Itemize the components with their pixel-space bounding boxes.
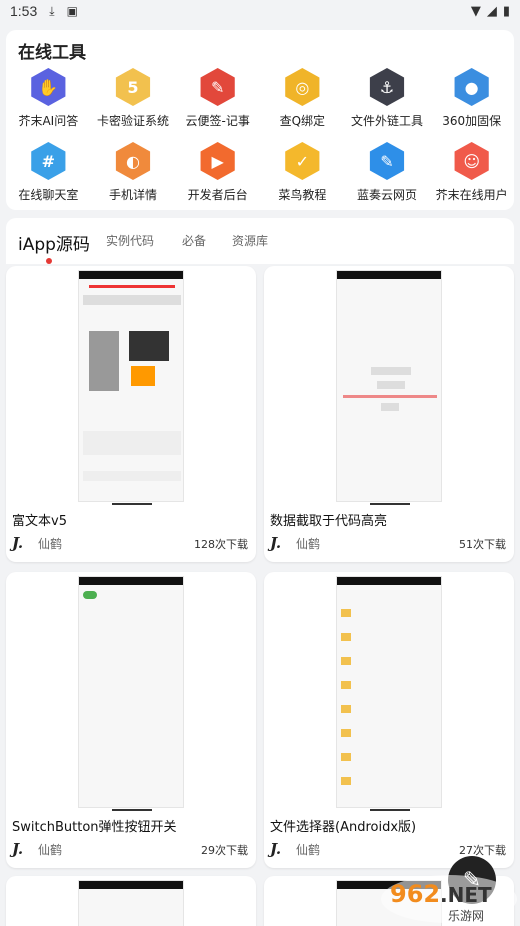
preview-handle (112, 503, 152, 505)
tab-example-code[interactable]: 实例代码 (106, 232, 154, 249)
preview-screenshot (78, 576, 184, 808)
author-avatar-icon: J. (270, 534, 282, 552)
tool-label: 菜鸟教程 (278, 188, 327, 202)
tool-label: 蓝奏云网页 (356, 188, 417, 202)
source-name: 文件选择器(Androidx版) (270, 820, 417, 835)
tool-dev-console[interactable]: ▶ 开发者后台 (175, 142, 260, 210)
source-card[interactable]: 富文本v5 J. 仙鹤 128次下载 (6, 266, 256, 562)
tab-essentials[interactable]: 必备 (182, 232, 206, 249)
source-card[interactable]: 文件选择器(Androidx版) J. 仙鹤 27次下载 (264, 572, 514, 868)
source-name: 数据截取于代码高亮 (270, 514, 388, 529)
author-name: 仙鹤 (296, 843, 321, 857)
svg-text:962: 962 (390, 880, 440, 908)
tool-label: 开发者后台 (187, 188, 248, 202)
preview-handle (370, 503, 410, 505)
tool-label: 云便签-记事 (185, 114, 250, 128)
source-name: SwitchButton弹性按钮开关 (12, 820, 177, 835)
author-avatar-icon: J. (270, 840, 282, 858)
author-avatar-icon: J. (12, 534, 24, 552)
tool-label: 手机详情 (108, 188, 157, 202)
preview-screenshot (78, 880, 184, 926)
tool-online-users[interactable]: ☺ 芥末在线用户 (429, 142, 514, 210)
lanzou-icon: ✎ (369, 142, 405, 180)
tool-ai-qa[interactable]: ✋ 芥末AI问答 (6, 68, 91, 136)
download-count: 128次下载 (194, 538, 248, 551)
tool-phone-info[interactable]: ◐ 手机详情 (91, 142, 176, 210)
author-name: 仙鹤 (296, 537, 321, 551)
card-verify-icon: 5 (115, 68, 151, 106)
tool-label: 芥末在线用户 (435, 188, 508, 202)
preview-screenshot (336, 270, 442, 502)
battery-icon: ▮ (502, 3, 510, 19)
download-count: 29次下载 (201, 844, 248, 857)
tab-resource-lib[interactable]: 资源库 (232, 232, 268, 249)
online-users-icon: ☺ (454, 142, 489, 180)
svg-text:.NET: .NET (440, 883, 492, 907)
author-avatar-icon: J. (12, 840, 24, 858)
preview-screenshot (336, 576, 442, 808)
tool-label: 360加固保 (442, 114, 502, 128)
tool-label: 在线聊天室 (18, 188, 79, 202)
ai-qa-icon: ✋ (31, 68, 66, 106)
source-name: 富文本v5 (12, 514, 67, 529)
svg-text:乐游网: 乐游网 (448, 909, 484, 923)
tool-label: 芥末AI问答 (18, 114, 79, 128)
tool-chat-room[interactable]: # 在线聊天室 (6, 142, 91, 210)
source-card[interactable]: 数据截取于代码高亮 J. 仙鹤 51次下载 (264, 266, 514, 562)
wifi-icon: ▼ (470, 3, 481, 19)
preview-handle (112, 809, 152, 811)
tool-label: 卡密验证系统 (96, 114, 169, 128)
tool-cloud-note[interactable]: ✎ 云便签-记事 (175, 68, 260, 136)
tool-runoob[interactable]: ✓ 菜鸟教程 (260, 142, 345, 210)
source-card[interactable]: SwitchButton弹性按钮开关 J. 仙鹤 29次下载 (6, 572, 256, 868)
download-count: 51次下载 (459, 538, 506, 551)
site-watermark-logo: 962 .NET 乐游网 (381, 875, 517, 923)
dev-console-icon: ▶ (200, 142, 235, 180)
q-bind-icon: ◎ (285, 68, 320, 106)
status-bar: 1:53 ⤓ ▣ ▼ ◢ ▮ (0, 0, 520, 22)
tool-file-link[interactable]: ⚓ 文件外链工具 (345, 68, 430, 136)
active-tab-indicator (46, 258, 52, 264)
author-name: 仙鹤 (38, 843, 63, 857)
download-icon: ⤓ (49, 3, 55, 18)
tab-iapp-source[interactable]: iApp源码 (18, 230, 90, 255)
tool-q-bind[interactable]: ◎ 查Q绑定 (260, 68, 345, 136)
source-card[interactable] (6, 876, 256, 926)
360-protect-icon: ● (454, 68, 489, 106)
tool-label: 文件外链工具 (350, 114, 423, 128)
tool-label: 查Q绑定 (279, 114, 326, 128)
tools-grid: ✋ 芥末AI问答 5 卡密验证系统 ✎ 云便签-记事 ◎ 查Q绑定 ⚓ 文件外链工具 ● 3… (6, 68, 514, 210)
status-time: 1:53 (10, 3, 38, 19)
online-tools-card: 在线工具 ✋ 芥末AI问答 5 卡密验证系统 ✎ 云便签-记事 ◎ 查Q绑定 ⚓ 文件外链… (6, 30, 514, 210)
preview-screenshot (78, 270, 184, 502)
tool-card-verify[interactable]: 5 卡密验证系统 (91, 68, 176, 136)
signal-icon: ◢ (486, 3, 497, 19)
category-tabs: iApp源码 实例代码 必备 资源库 (6, 218, 514, 264)
file-link-icon: ⚓ (369, 68, 405, 106)
preview-handle (370, 809, 410, 811)
online-tools-title: 在线工具 (18, 43, 86, 63)
tool-360-protect[interactable]: ● 360加固保 (429, 68, 514, 136)
notification-a-icon: ▣ (66, 4, 78, 18)
cloud-note-icon: ✎ (200, 68, 235, 106)
phone-info-icon: ◐ (115, 142, 151, 180)
runoob-icon: ✓ (285, 142, 320, 180)
chat-room-icon: # (31, 142, 66, 180)
tool-lanzou[interactable]: ✎ 蓝奏云网页 (345, 142, 430, 210)
author-name: 仙鹤 (38, 537, 63, 551)
